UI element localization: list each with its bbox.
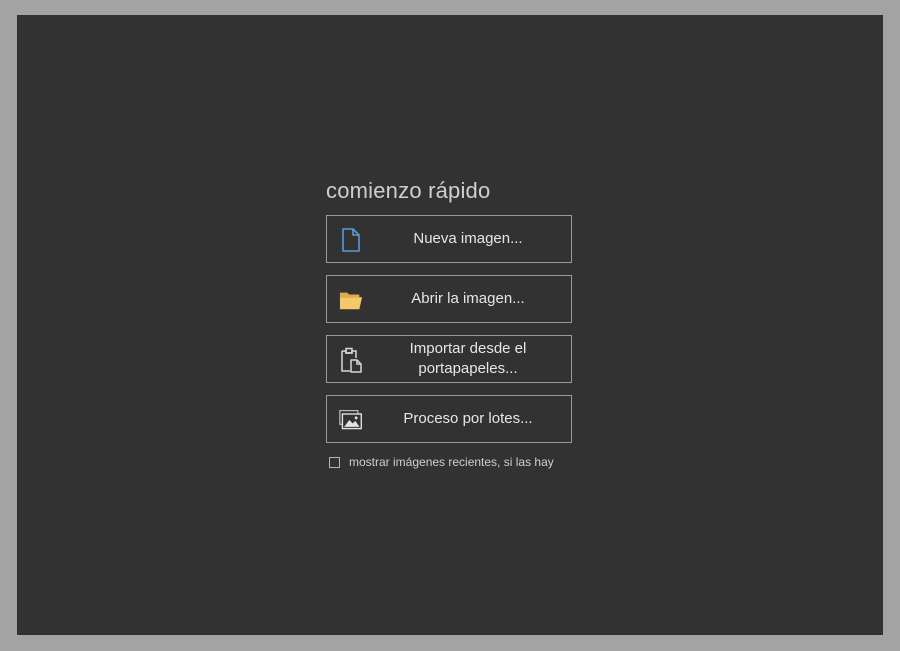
show-recent-label[interactable]: mostrar imágenes recientes, si las hay bbox=[349, 455, 554, 469]
batch-process-button[interactable]: Proceso por lotes... bbox=[326, 395, 572, 443]
new-file-icon bbox=[339, 228, 363, 252]
image-batch-icon bbox=[339, 408, 363, 432]
open-image-button[interactable]: Abrir la imagen... bbox=[326, 275, 572, 323]
clipboard-icon bbox=[339, 347, 363, 373]
folder-icon bbox=[339, 288, 363, 312]
batch-process-label: Proceso por lotes... bbox=[403, 410, 533, 427]
main-panel: comienzo rápido Nueva imagen... Abrir la… bbox=[17, 15, 883, 635]
show-recent-row[interactable]: mostrar imágenes recientes, si las hay bbox=[329, 455, 572, 469]
quick-start-section: comienzo rápido Nueva imagen... Abrir la… bbox=[326, 178, 572, 469]
new-image-button[interactable]: Nueva imagen... bbox=[326, 215, 572, 263]
open-image-label: Abrir la imagen... bbox=[411, 290, 525, 307]
quick-start-title: comienzo rápido bbox=[326, 178, 491, 203]
import-clipboard-button[interactable]: Importar desde el portapapeles... bbox=[326, 335, 572, 383]
show-recent-checkbox[interactable] bbox=[329, 456, 340, 468]
new-image-label: Nueva imagen... bbox=[413, 230, 523, 247]
import-clipboard-label: Importar desde el portapapeles... bbox=[409, 340, 527, 377]
